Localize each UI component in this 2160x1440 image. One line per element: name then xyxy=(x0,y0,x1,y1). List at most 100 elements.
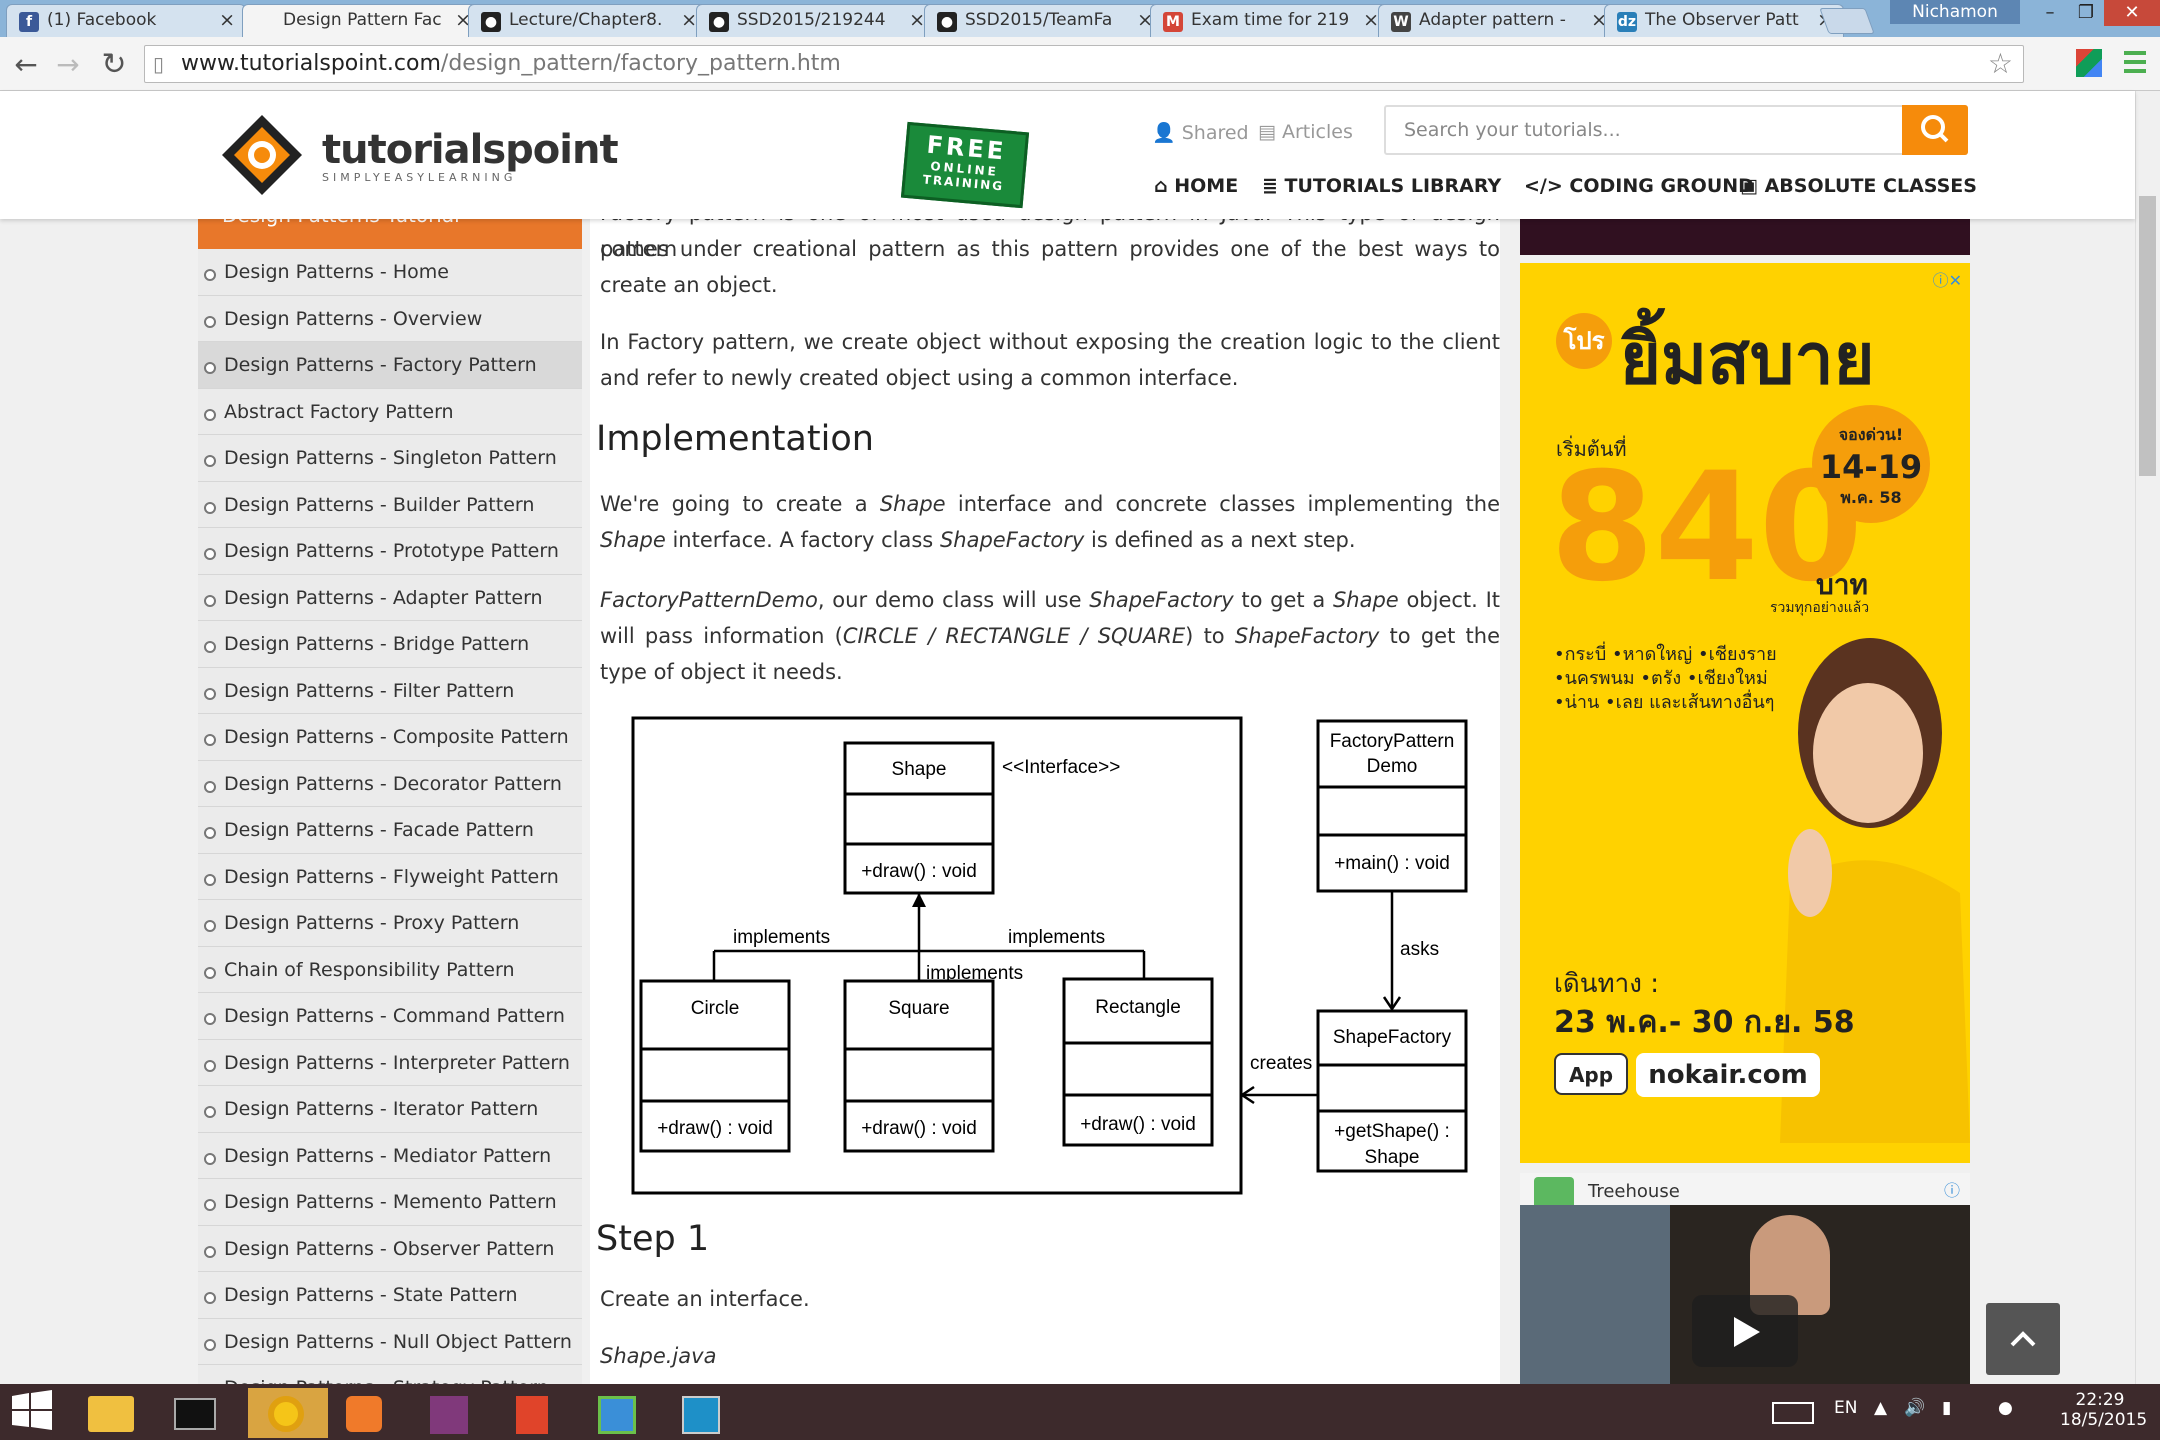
code-icon: </> xyxy=(1524,175,1563,197)
browser-tab[interactable]: ● SSD2015/TeamFa × xyxy=(924,4,1164,37)
sidebar-item[interactable]: Design Patterns - Home xyxy=(198,249,582,296)
browser-tab[interactable]: Design Pattern Fac × xyxy=(242,4,482,38)
free-training-badge[interactable]: FREE ONLINE TRAINING xyxy=(900,111,1030,211)
address-bar[interactable]: ▯ www.tutorialspoint.com/design_pattern/… xyxy=(144,45,2024,83)
demo-main: +main() : void xyxy=(1334,853,1450,874)
browser-tab[interactable]: ● SSD2015/219244 × xyxy=(696,4,936,37)
photos-icon[interactable] xyxy=(668,1388,730,1438)
tab-title: Adapter pattern - xyxy=(1419,10,1566,30)
search-button[interactable] xyxy=(1902,105,1968,155)
shape-draw: +draw() : void xyxy=(861,861,977,882)
video-thumbnail[interactable] xyxy=(1520,1205,1970,1384)
rectangle-label: Rectangle xyxy=(1095,997,1181,1018)
java-ide-icon[interactable] xyxy=(584,1388,646,1438)
sidebar-item[interactable]: Abstract Factory Pattern xyxy=(198,389,582,435)
sidebar-item[interactable]: Design Patterns - Composite Pattern xyxy=(198,714,582,761)
language-indicator[interactable]: EN xyxy=(1834,1398,1857,1418)
sidebar-item[interactable]: Design Patterns - Decorator Pattern xyxy=(198,761,582,807)
new-tab-button[interactable] xyxy=(1819,8,1875,34)
show-hidden-icons-icon[interactable]: ▲ xyxy=(1874,1398,1887,1418)
sidebar-item[interactable]: Design Patterns - Overview xyxy=(198,296,582,342)
keyboard-icon[interactable] xyxy=(1768,1388,1818,1438)
price-note: รวมทุกอย่างแล้ว xyxy=(1770,600,1870,616)
tab-close-icon[interactable]: × xyxy=(219,5,235,35)
browser-tab[interactable]: M Exam time for 219 × xyxy=(1150,4,1390,37)
close-window-button[interactable]: ✕ xyxy=(2104,0,2160,26)
chrome-icon[interactable] xyxy=(248,1388,328,1438)
sidebar-item[interactable]: Design Patterns - Observer Pattern xyxy=(198,1226,582,1272)
github-icon: ● xyxy=(709,12,729,32)
sidebar-item[interactable]: Design Patterns - Prototype Pattern xyxy=(198,528,582,575)
sidebar-item[interactable]: Design Patterns - Proxy Pattern xyxy=(198,900,582,947)
sidebar-item[interactable]: Design Patterns - Null Object Pattern xyxy=(198,1319,582,1365)
nav-home[interactable]: ⌂ HOME xyxy=(1154,175,1238,197)
search-input[interactable]: Search your tutorials... xyxy=(1384,105,1968,155)
bookmark-star-icon[interactable]: ☆ xyxy=(1988,46,2013,82)
sidebar-item[interactable]: Design Patterns - Facade Pattern xyxy=(198,807,582,854)
tab-close-icon[interactable]: × xyxy=(909,5,925,35)
reload-icon[interactable]: ↻ xyxy=(96,47,132,83)
paragraph-factory: In Factory pattern, we create object wit… xyxy=(600,330,1500,390)
top-ad-strip[interactable] xyxy=(1520,219,1970,255)
articles-link[interactable]: ▤ Articles xyxy=(1258,121,1353,143)
github-icon: ● xyxy=(937,12,957,32)
sidebar-item[interactable]: Design Patterns - Interpreter Pattern xyxy=(198,1040,582,1086)
sidebar-item[interactable]: Design Patterns - Adapter Pattern xyxy=(198,575,582,621)
rectangle-draw: +draw() : void xyxy=(1080,1114,1196,1135)
adchoices-icon[interactable]: ⓘ✕ xyxy=(1933,267,1962,291)
travel-label: เดินทาง : xyxy=(1554,969,1660,999)
forward-arrow-icon[interactable]: → xyxy=(50,47,86,83)
sidebar-item[interactable]: Design Patterns - Filter Pattern xyxy=(198,668,582,714)
sidebar-item[interactable]: Design Patterns - Strategy Pattern xyxy=(198,1365,582,1384)
sidebar-item[interactable]: Design Patterns - Mediator Pattern xyxy=(198,1133,582,1179)
scrollbar-thumb[interactable] xyxy=(2139,196,2156,476)
security-shield-icon[interactable]: ● xyxy=(1998,1398,2013,1418)
windows-start-icon[interactable] xyxy=(10,1388,72,1438)
sidebar-item[interactable]: Design Patterns - Bridge Pattern xyxy=(198,621,582,668)
shapefactory-label: ShapeFactory xyxy=(1333,1027,1452,1048)
acrobat-icon[interactable] xyxy=(500,1388,562,1438)
sidebar-item[interactable]: Design Patterns - Factory Pattern xyxy=(198,342,582,389)
sidebar-item[interactable]: Design Patterns - Builder Pattern xyxy=(198,482,582,528)
back-arrow-icon[interactable]: ← xyxy=(8,47,44,83)
sidebar-item[interactable]: Design Patterns - Singleton Pattern xyxy=(198,435,582,482)
maximize-button[interactable]: ❐ xyxy=(2068,0,2104,26)
browser-tab[interactable]: dzThe Observer Patt× xyxy=(1604,4,1844,37)
sidebar-item[interactable]: Design Patterns - Iterator Pattern xyxy=(198,1086,582,1133)
heading-step1: Step 1 xyxy=(596,1219,710,1259)
nav-coding-ground[interactable]: </> CODING GROUND xyxy=(1524,175,1754,197)
sidebar-item[interactable]: Design Patterns - Flyweight Pattern xyxy=(198,854,582,900)
back-to-top-button[interactable] xyxy=(1986,1303,2060,1375)
nav-absolute-classes[interactable]: ▣ ABSOLUTE CLASSES xyxy=(1740,175,1977,197)
minimize-button[interactable]: – xyxy=(2032,0,2068,26)
ad-title: ยิ้มสบาย xyxy=(1620,318,1875,400)
volume-icon[interactable]: 🔊 xyxy=(1904,1398,1925,1418)
nav-tutorials-library[interactable]: ≣ TUTORIALS LIBRARY xyxy=(1262,175,1501,197)
command-prompt-icon[interactable] xyxy=(164,1388,226,1438)
clock[interactable]: 22:29 18/5/2015 xyxy=(2060,1390,2147,1430)
network-icon[interactable]: ▮ xyxy=(1942,1398,1951,1418)
sidebar-item[interactable]: Chain of Responsibility Pattern xyxy=(198,947,582,993)
file-explorer-icon[interactable] xyxy=(80,1388,142,1438)
browser-tab[interactable]: W Adapter pattern - × xyxy=(1378,4,1618,37)
browser-tab[interactable]: f (1) Facebook × xyxy=(6,4,246,37)
profile-name[interactable]: Nichamon xyxy=(1890,0,2020,24)
tab-close-icon[interactable]: × xyxy=(1363,5,1379,35)
extension-icon[interactable] xyxy=(2076,49,2102,77)
browser-tab[interactable]: ● Lecture/Chapter8. × xyxy=(468,4,708,37)
square-draw: +draw() : void xyxy=(861,1118,977,1139)
nokair-ad[interactable]: ⓘ✕ โปร ยิ้มสบาย เริ่มต้นที่ 840 บาท รวมท… xyxy=(1520,263,1970,1163)
sidebar-item[interactable]: Design Patterns - Command Pattern xyxy=(198,993,582,1040)
onenote-icon[interactable] xyxy=(416,1388,478,1438)
treehouse-info-icon[interactable]: ⓘ xyxy=(1944,1177,1960,1201)
gmail-icon: M xyxy=(1163,12,1183,32)
sidebar-item[interactable]: Design Patterns - Memento Pattern xyxy=(198,1179,582,1226)
media-player-icon[interactable] xyxy=(332,1388,394,1438)
treehouse-ad[interactable]: Treehouse ⓘ xyxy=(1520,1173,1970,1384)
shared-link[interactable]: 👤 Shared xyxy=(1152,121,1249,144)
sidebar-item[interactable]: Design Patterns - State Pattern xyxy=(198,1272,582,1319)
menu-icon[interactable] xyxy=(2124,51,2146,73)
play-button[interactable] xyxy=(1692,1295,1798,1367)
tab-close-icon[interactable]: × xyxy=(681,5,697,35)
tab-title: (1) Facebook xyxy=(47,10,157,30)
